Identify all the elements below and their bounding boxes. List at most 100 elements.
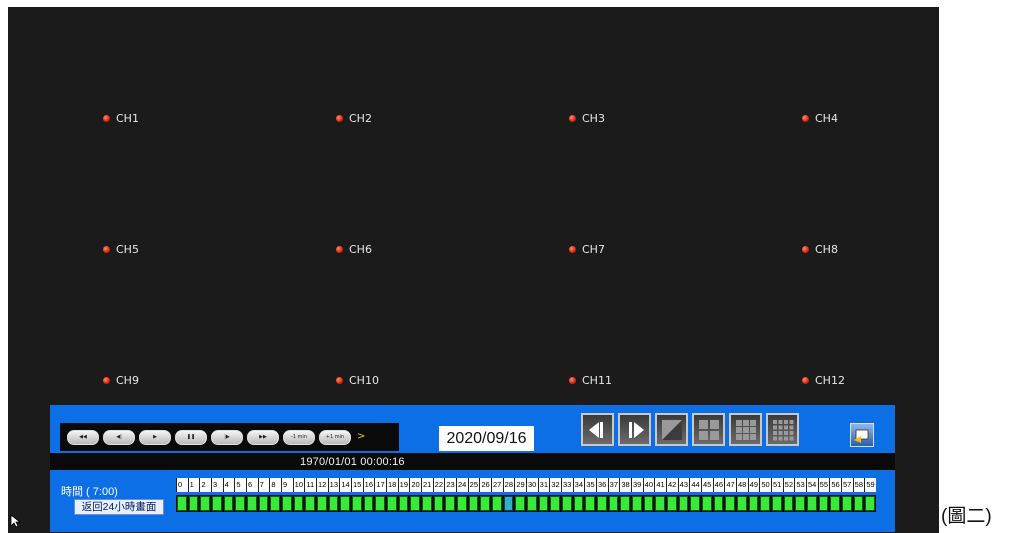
minute-bar[interactable]: [643, 496, 654, 511]
layout-2x2-button[interactable]: [692, 413, 725, 446]
minute-bar[interactable]: [655, 496, 665, 511]
channel-label[interactable]: CH2: [336, 112, 372, 125]
minute-bar[interactable]: [818, 496, 829, 511]
minute-bar[interactable]: [398, 496, 409, 511]
recording-dot-icon: [336, 115, 343, 122]
minute-bar[interactable]: [457, 496, 467, 511]
minute-bar[interactable]: [212, 496, 222, 511]
minute-bar[interactable]: [760, 496, 770, 511]
minute-bar[interactable]: [270, 496, 280, 511]
channel-label[interactable]: CH1: [103, 112, 139, 125]
step-forward-button[interactable]: |▶: [211, 430, 243, 445]
plus-1min-button[interactable]: +1 min: [319, 430, 351, 445]
minute-bar[interactable]: [515, 496, 525, 511]
channel-label[interactable]: CH8: [802, 243, 838, 256]
minute-bar[interactable]: [235, 496, 245, 511]
minute-bar[interactable]: [387, 496, 397, 511]
minute-bar[interactable]: [200, 496, 210, 511]
minute-bar[interactable]: [807, 496, 817, 511]
date-display[interactable]: 2020/09/16: [439, 426, 534, 451]
fast-forward-button[interactable]: ▶▶: [247, 430, 279, 445]
channel-label[interactable]: CH12: [802, 374, 845, 387]
more-indicator[interactable]: >: [357, 431, 365, 442]
minute-bar[interactable]: [468, 496, 479, 511]
channel-name: CH10: [349, 374, 379, 387]
layout-4x4-button[interactable]: [766, 413, 799, 446]
channel-label[interactable]: CH6: [336, 243, 372, 256]
channel-label[interactable]: CH5: [103, 243, 139, 256]
layout-1x1-button[interactable]: [655, 413, 688, 446]
minute-bar[interactable]: [795, 496, 805, 511]
minute-bar[interactable]: [620, 496, 630, 511]
layout-3x3-button[interactable]: [729, 413, 762, 446]
minute-bar[interactable]: [737, 496, 747, 511]
channel-label[interactable]: CH7: [569, 243, 605, 256]
minute-bar[interactable]: [573, 496, 584, 511]
minute-number: 29: [514, 478, 526, 492]
minute-bar[interactable]: [678, 496, 689, 511]
minute-bar[interactable]: [445, 496, 455, 511]
minute-bar[interactable]: [562, 496, 572, 511]
minute-bar[interactable]: [608, 496, 619, 511]
minute-bar[interactable]: [830, 496, 840, 511]
recording-dot-icon: [802, 377, 809, 384]
minute-bar[interactable]: [783, 496, 794, 511]
minute-bar[interactable]: [293, 496, 304, 511]
minute-bar[interactable]: [223, 496, 234, 511]
minute-bar[interactable]: [492, 496, 502, 511]
minute-number: 4: [222, 478, 235, 492]
exit-button[interactable]: [850, 423, 874, 447]
minute-bar[interactable]: [375, 496, 385, 511]
fast-rewind-icon: ◀◀: [79, 434, 87, 440]
channel-label[interactable]: CH10: [336, 374, 379, 387]
minute-bar[interactable]: [702, 496, 712, 511]
minute-bar[interactable]: [550, 496, 560, 511]
channel-label[interactable]: CH3: [569, 112, 605, 125]
minute-bar[interactable]: [772, 496, 782, 511]
minute-bar[interactable]: [748, 496, 759, 511]
minute-bar[interactable]: [503, 496, 514, 511]
minute-number: 19: [397, 478, 410, 492]
minute-bar[interactable]: [177, 496, 187, 511]
back-to-24h-button[interactable]: 返回24小時畫面: [74, 499, 164, 515]
figure-caption: (圖二): [941, 506, 992, 527]
minute-number: 46: [712, 478, 725, 492]
minute-bar[interactable]: [305, 496, 315, 511]
minute-bar[interactable]: [853, 496, 864, 511]
channel-label[interactable]: CH11: [569, 374, 612, 387]
minute-bar[interactable]: [725, 496, 735, 511]
minute-bar[interactable]: [667, 496, 677, 511]
pause-button[interactable]: ❚❚: [175, 430, 207, 445]
minute-bar[interactable]: [317, 496, 327, 511]
minute-bar[interactable]: [188, 496, 199, 511]
minute-bar[interactable]: [842, 496, 852, 511]
minute-bar[interactable]: [422, 496, 432, 511]
minute-bar[interactable]: [597, 496, 607, 511]
minute-bar[interactable]: [328, 496, 339, 511]
step-back-button[interactable]: ◀|: [103, 430, 135, 445]
minute-bar[interactable]: [247, 496, 257, 511]
minute-bar[interactable]: [690, 496, 700, 511]
minute-bar[interactable]: [632, 496, 642, 511]
channel-label[interactable]: CH4: [802, 112, 838, 125]
minute-number: 33: [561, 478, 573, 492]
minute-bar[interactable]: [433, 496, 444, 511]
minute-bar[interactable]: [258, 496, 269, 511]
channel-label[interactable]: CH9: [103, 374, 139, 387]
minute-bar[interactable]: [585, 496, 595, 511]
minute-bar[interactable]: [527, 496, 537, 511]
minute-bar[interactable]: [363, 496, 374, 511]
play-button[interactable]: ▶: [139, 430, 171, 445]
minute-bar[interactable]: [352, 496, 362, 511]
minute-bar[interactable]: [713, 496, 724, 511]
minute-bar[interactable]: [538, 496, 549, 511]
minute-bar[interactable]: [480, 496, 490, 511]
minute-bar[interactable]: [282, 496, 292, 511]
minute-bar[interactable]: [865, 496, 875, 511]
next-page-button[interactable]: [618, 413, 651, 446]
prev-page-button[interactable]: [581, 413, 614, 446]
minute-bar[interactable]: [410, 496, 420, 511]
minute-bar[interactable]: [340, 496, 350, 511]
minus-1min-button[interactable]: -1 min: [283, 430, 315, 445]
fast-rewind-button[interactable]: ◀◀: [67, 430, 99, 445]
